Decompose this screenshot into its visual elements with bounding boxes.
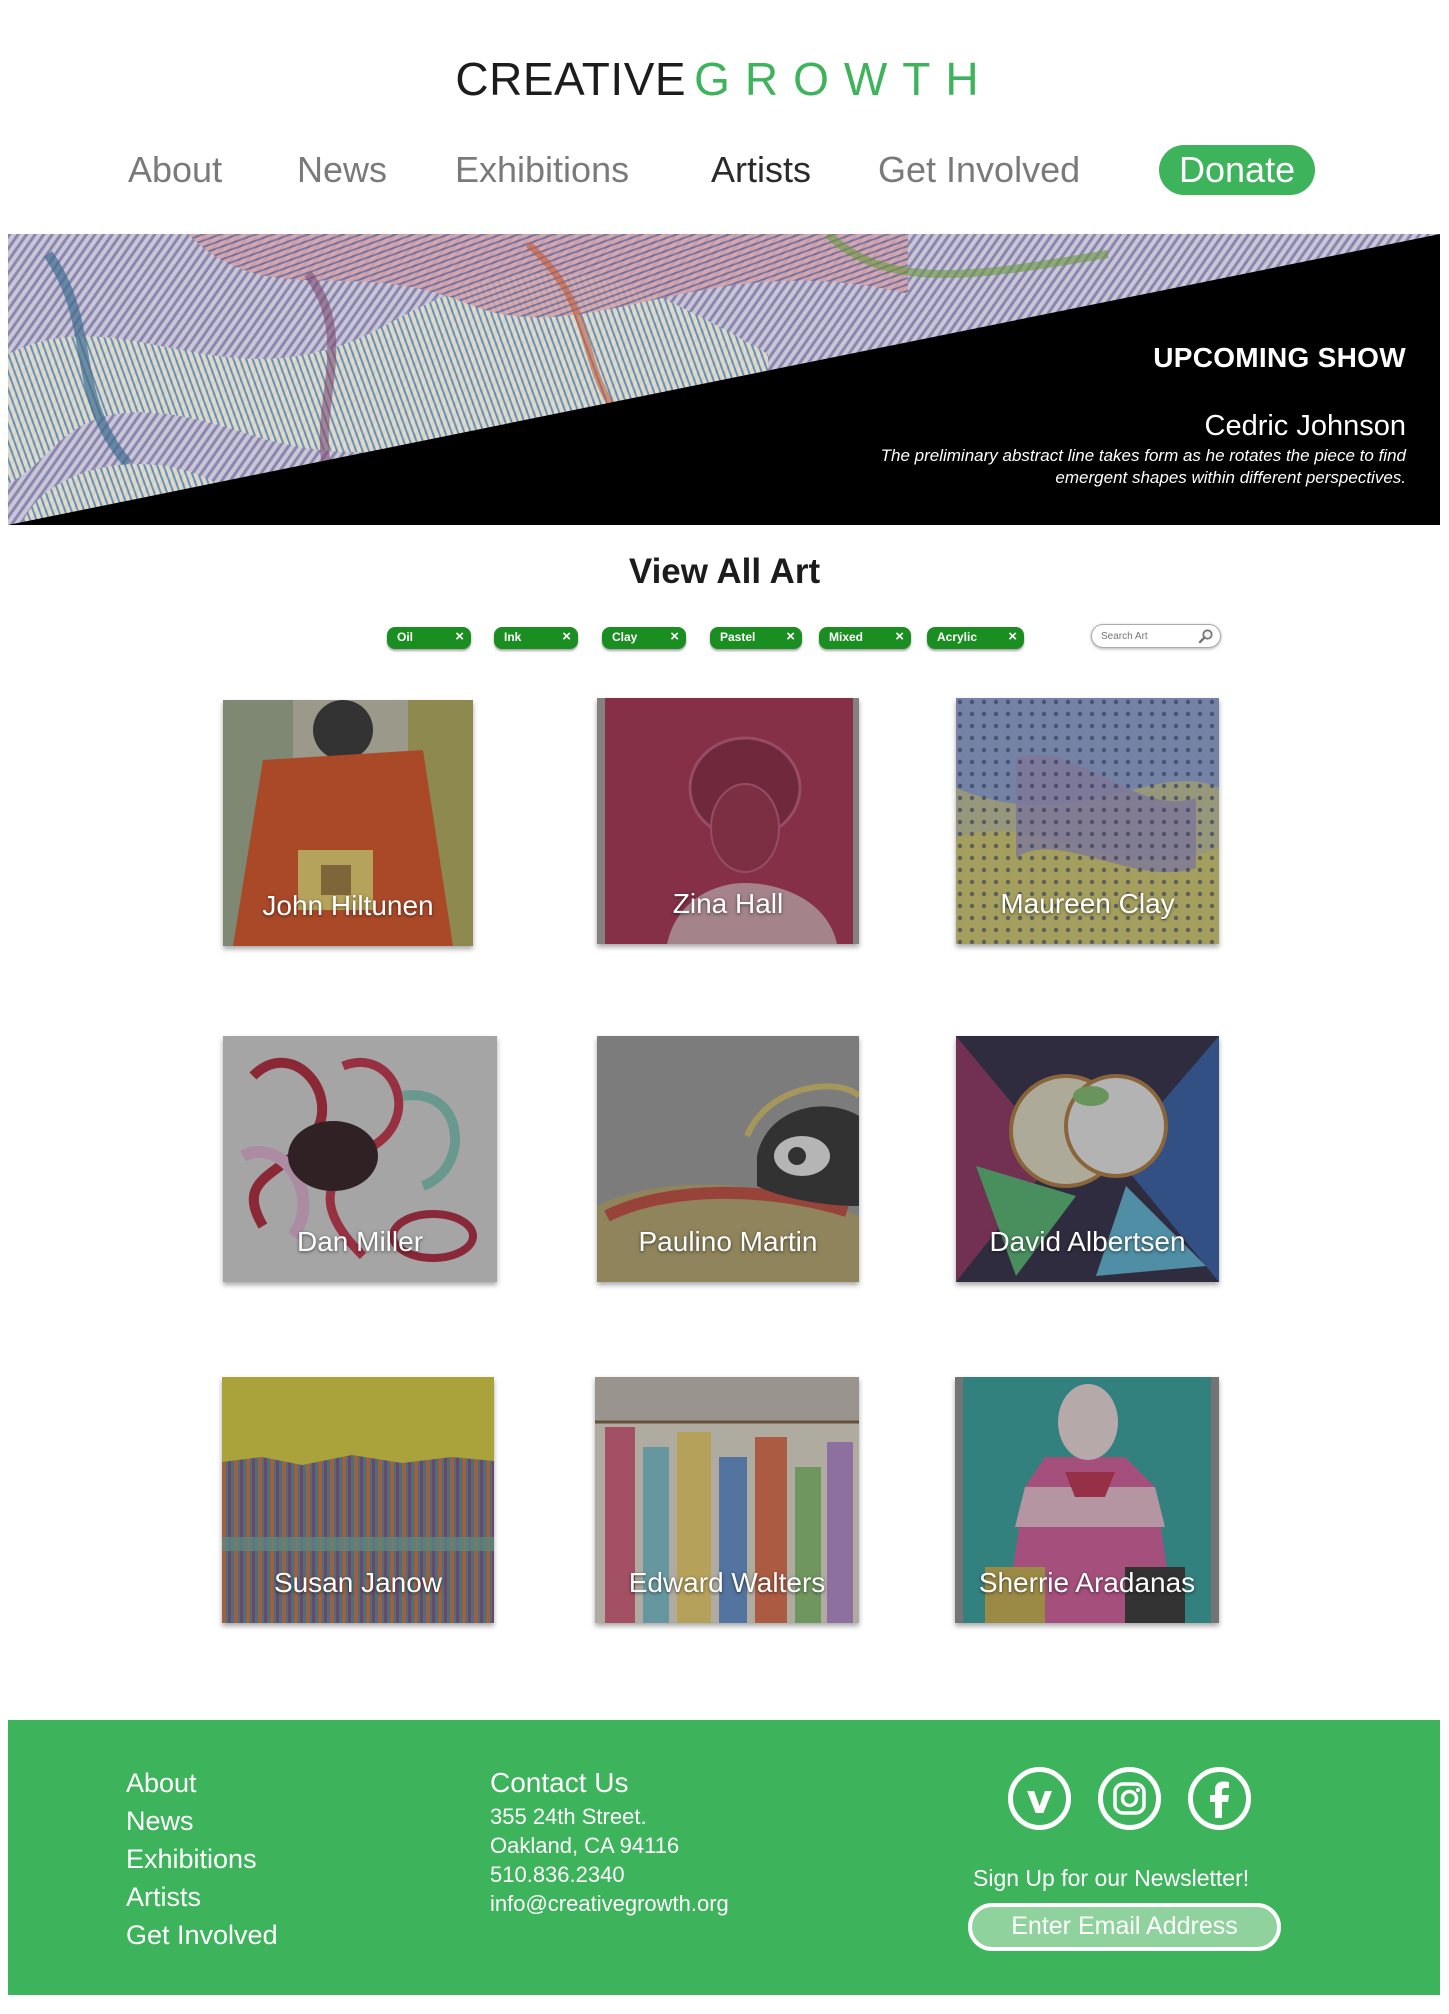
site-footer: About News Exhibitions Artists Get Invol… bbox=[8, 1720, 1440, 1995]
address-line-1: 355 24th Street. bbox=[490, 1804, 647, 1829]
logo-word-creative: CREATIVE bbox=[455, 53, 687, 105]
artist-card-zina-hall[interactable]: Zina Hall bbox=[597, 698, 859, 944]
artist-card-john-hiltunen[interactable]: John Hiltunen bbox=[223, 700, 473, 946]
phone-number[interactable]: 510.836.2340 bbox=[490, 1860, 729, 1889]
artist-card-david-albertsen[interactable]: David Albertsen bbox=[956, 1036, 1219, 1282]
address-line-2: Oakland, CA 94116 bbox=[490, 1833, 680, 1858]
artist-name: Zina Hall bbox=[672, 888, 784, 919]
filter-chip-label: Oil bbox=[397, 630, 414, 644]
artist-card-edward-walters[interactable]: Edward Walters bbox=[595, 1377, 859, 1623]
filter-chip-label: Clay bbox=[612, 630, 638, 644]
filter-chip-label: Mixed bbox=[829, 630, 864, 644]
footer-link-get-involved[interactable]: Get Involved bbox=[126, 1916, 278, 1954]
close-icon[interactable]: × bbox=[670, 627, 679, 647]
filter-chip-label: Ink bbox=[504, 630, 522, 644]
email-signup-input[interactable]: Enter Email Address bbox=[968, 1903, 1281, 1951]
svg-text:v: v bbox=[1026, 1777, 1052, 1823]
footer-link-about[interactable]: About bbox=[126, 1764, 278, 1802]
artist-name: Paulino Martin bbox=[638, 1226, 818, 1257]
nav-artists[interactable]: Artists bbox=[711, 145, 811, 195]
vimeo-icon[interactable]: v bbox=[1008, 1767, 1071, 1830]
upcoming-show-label: UPCOMING SHOW bbox=[1153, 342, 1406, 373]
nav-exhibitions[interactable]: Exhibitions bbox=[455, 145, 629, 195]
newsletter-heading: Sign Up for our Newsletter! bbox=[973, 1865, 1250, 1891]
artist-card-susan-janow[interactable]: Susan Janow bbox=[222, 1377, 494, 1623]
filter-chip-label: Acrylic bbox=[937, 630, 978, 644]
filter-chip-clay[interactable]: Clay × bbox=[602, 627, 686, 649]
artist-name: Susan Janow bbox=[273, 1567, 443, 1598]
contact-info: Contact Us 355 24th Street. Oakland, CA … bbox=[490, 1764, 729, 1918]
artist-name: Edward Walters bbox=[628, 1567, 826, 1598]
upcoming-show-banner[interactable]: UPCOMING SHOW Cedric Johnson The prelimi… bbox=[8, 234, 1440, 525]
artist-name: Sherrie Aradanas bbox=[978, 1567, 1196, 1598]
hero-text: UPCOMING SHOW Cedric Johnson The prelimi… bbox=[846, 342, 1406, 489]
artist-card-paulino-martin[interactable]: Paulino Martin bbox=[597, 1036, 859, 1282]
site-logo[interactable]: CREATIVE GROWTH bbox=[0, 52, 1449, 106]
search-art-box[interactable] bbox=[1091, 624, 1221, 648]
facebook-icon[interactable] bbox=[1188, 1767, 1251, 1830]
logo-word-growth: GROWTH bbox=[694, 53, 994, 105]
donate-button[interactable]: Donate bbox=[1159, 145, 1316, 195]
artist-name: Maureen Clay bbox=[1000, 888, 1175, 919]
filter-chip-mixed[interactable]: Mixed × bbox=[819, 627, 911, 649]
search-input[interactable] bbox=[1101, 629, 1191, 644]
artist-name: John Hiltunen bbox=[262, 890, 434, 921]
filter-chip-label: Pastel bbox=[720, 630, 756, 644]
close-icon[interactable]: × bbox=[562, 627, 571, 647]
nav-news[interactable]: News bbox=[297, 145, 387, 195]
footer-nav: About News Exhibitions Artists Get Invol… bbox=[126, 1764, 278, 1954]
nav-get-involved[interactable]: Get Involved bbox=[878, 145, 1080, 195]
filter-chip-acrylic[interactable]: Acrylic × bbox=[927, 627, 1024, 649]
footer-link-artists[interactable]: Artists bbox=[126, 1878, 278, 1916]
gallery-title: View All Art bbox=[628, 552, 821, 591]
filter-chip-pastel[interactable]: Pastel × bbox=[710, 627, 802, 649]
nav-about[interactable]: About bbox=[128, 145, 222, 195]
close-icon[interactable]: × bbox=[455, 627, 464, 647]
artist-card-dan-miller[interactable]: Dan Miller bbox=[223, 1036, 497, 1282]
close-icon[interactable]: × bbox=[895, 627, 904, 647]
close-icon[interactable]: × bbox=[1008, 627, 1017, 647]
close-icon[interactable]: × bbox=[786, 627, 795, 647]
footer-link-news[interactable]: News bbox=[126, 1802, 278, 1840]
artist-name: Dan Miller bbox=[296, 1226, 424, 1257]
artist-name: David Albertsen bbox=[989, 1226, 1186, 1257]
footer-link-exhibitions[interactable]: Exhibitions bbox=[126, 1840, 278, 1878]
contact-email[interactable]: info@creativegrowth.org bbox=[490, 1889, 729, 1918]
contact-heading[interactable]: Contact Us bbox=[490, 1764, 729, 1802]
instagram-icon[interactable] bbox=[1098, 1767, 1161, 1830]
filter-chip-ink[interactable]: Ink × bbox=[494, 627, 578, 649]
main-nav: About News Exhibitions Artists Get Invol… bbox=[0, 145, 1449, 201]
hero-artist-name[interactable]: Cedric Johnson bbox=[846, 410, 1407, 443]
filter-chip-oil[interactable]: Oil × bbox=[387, 627, 471, 649]
hero-description: The preliminary abstract line takes form… bbox=[880, 446, 1406, 487]
search-icon[interactable] bbox=[1198, 628, 1214, 644]
artist-card-maureen-clay[interactable]: Maureen Clay bbox=[956, 698, 1219, 944]
artist-card-sherrie-aradanas[interactable]: Sherrie Aradanas bbox=[955, 1377, 1219, 1623]
